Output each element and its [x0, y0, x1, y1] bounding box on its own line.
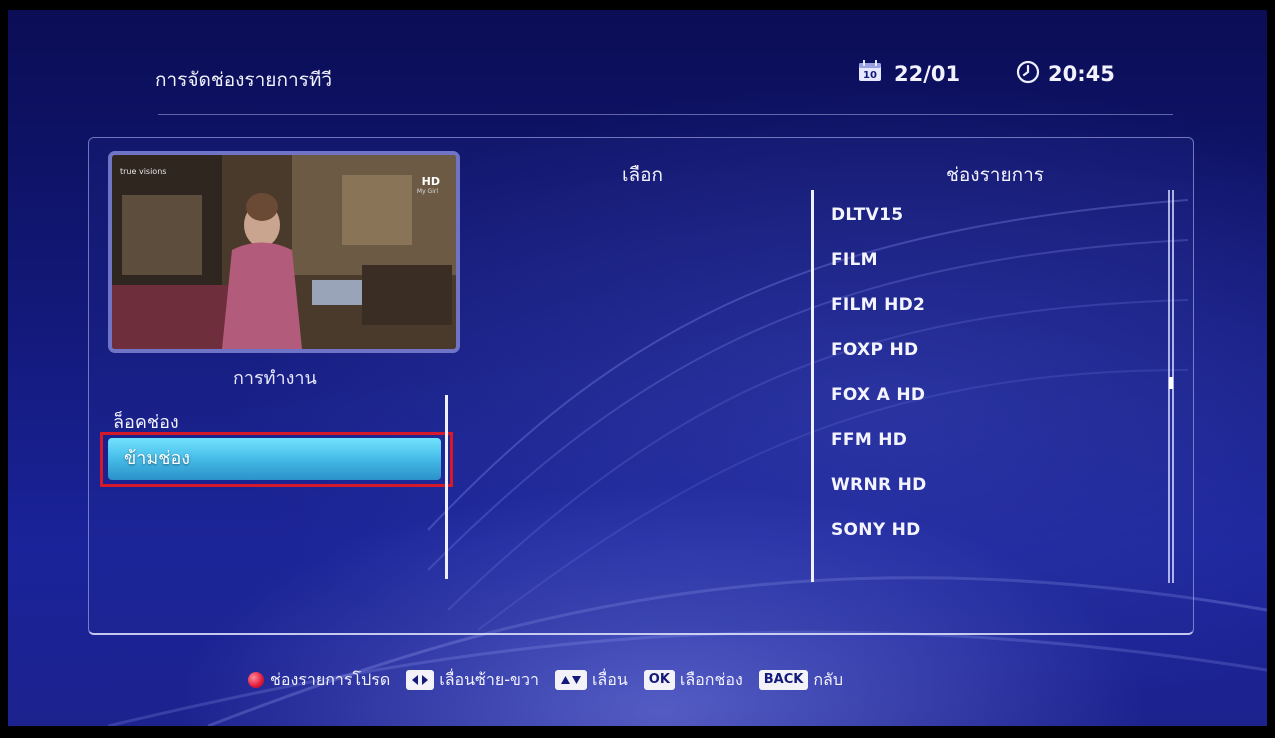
hd-badge: HD	[421, 175, 440, 188]
tv-screen: การจัดช่องรายการทีวี 10 22/01 20:45 true…	[8, 10, 1267, 726]
channel-item[interactable]: FILM HD2	[831, 295, 927, 340]
ok-hint: เลือกช่อง	[679, 669, 743, 689]
channel-item[interactable]: FILM	[831, 250, 927, 295]
ok-key-icon: OK	[643, 670, 675, 690]
tv-preview: true visions HD My Girl	[108, 151, 460, 353]
calendar-icon-day: 10	[863, 70, 877, 81]
preview-video-frame	[112, 155, 456, 349]
header-divider	[158, 114, 1173, 115]
channel-item[interactable]: DLTV15	[831, 205, 927, 250]
channel-item[interactable]: WRNR HD	[831, 475, 927, 520]
channel-item[interactable]: FOXP HD	[831, 340, 927, 385]
date-display: 22/01	[894, 62, 961, 86]
up-down-hint: เลื่อน	[591, 669, 628, 689]
left-right-hint: เลื่อนซ้าย-ขวา	[439, 669, 539, 689]
red-button-icon	[248, 672, 264, 688]
back-key-icon: BACK	[758, 670, 809, 690]
operations-scrollbar[interactable]	[445, 395, 448, 579]
channel-item[interactable]: SONY HD	[831, 520, 927, 565]
channel-logo: true visions	[120, 167, 167, 176]
channel-scrollbar-thumb[interactable]	[1169, 377, 1173, 389]
favorite-hint: ช่องรายการโปรด	[270, 669, 391, 689]
operations-heading: การทำงาน	[233, 368, 317, 389]
footer-help-bar: ช่องรายการโปรด เลื่อนซ้าย-ขวา เลื่อน OK …	[248, 666, 859, 694]
back-hint: กลับ	[813, 669, 844, 689]
page-title: การจัดช่องรายการทีวี	[155, 69, 333, 91]
calendar-icon: 10	[859, 60, 881, 81]
clock-icon	[1016, 60, 1040, 84]
selection-outline	[100, 432, 453, 487]
select-column-heading: เลือก	[622, 164, 664, 186]
left-right-arrows-icon	[406, 670, 435, 690]
program-name: My Girl	[416, 188, 438, 195]
up-down-arrows-icon	[554, 670, 587, 690]
time-display: 20:45	[1048, 62, 1115, 86]
channels-heading: ช่องรายการ	[946, 164, 1044, 186]
channel-list-divider	[811, 190, 814, 582]
channel-item[interactable]: FFM HD	[831, 430, 927, 475]
channel-item[interactable]: FOX A HD	[831, 385, 927, 430]
channel-list: DLTV15 FILM FILM HD2 FOXP HD FOX A HD FF…	[831, 205, 927, 565]
